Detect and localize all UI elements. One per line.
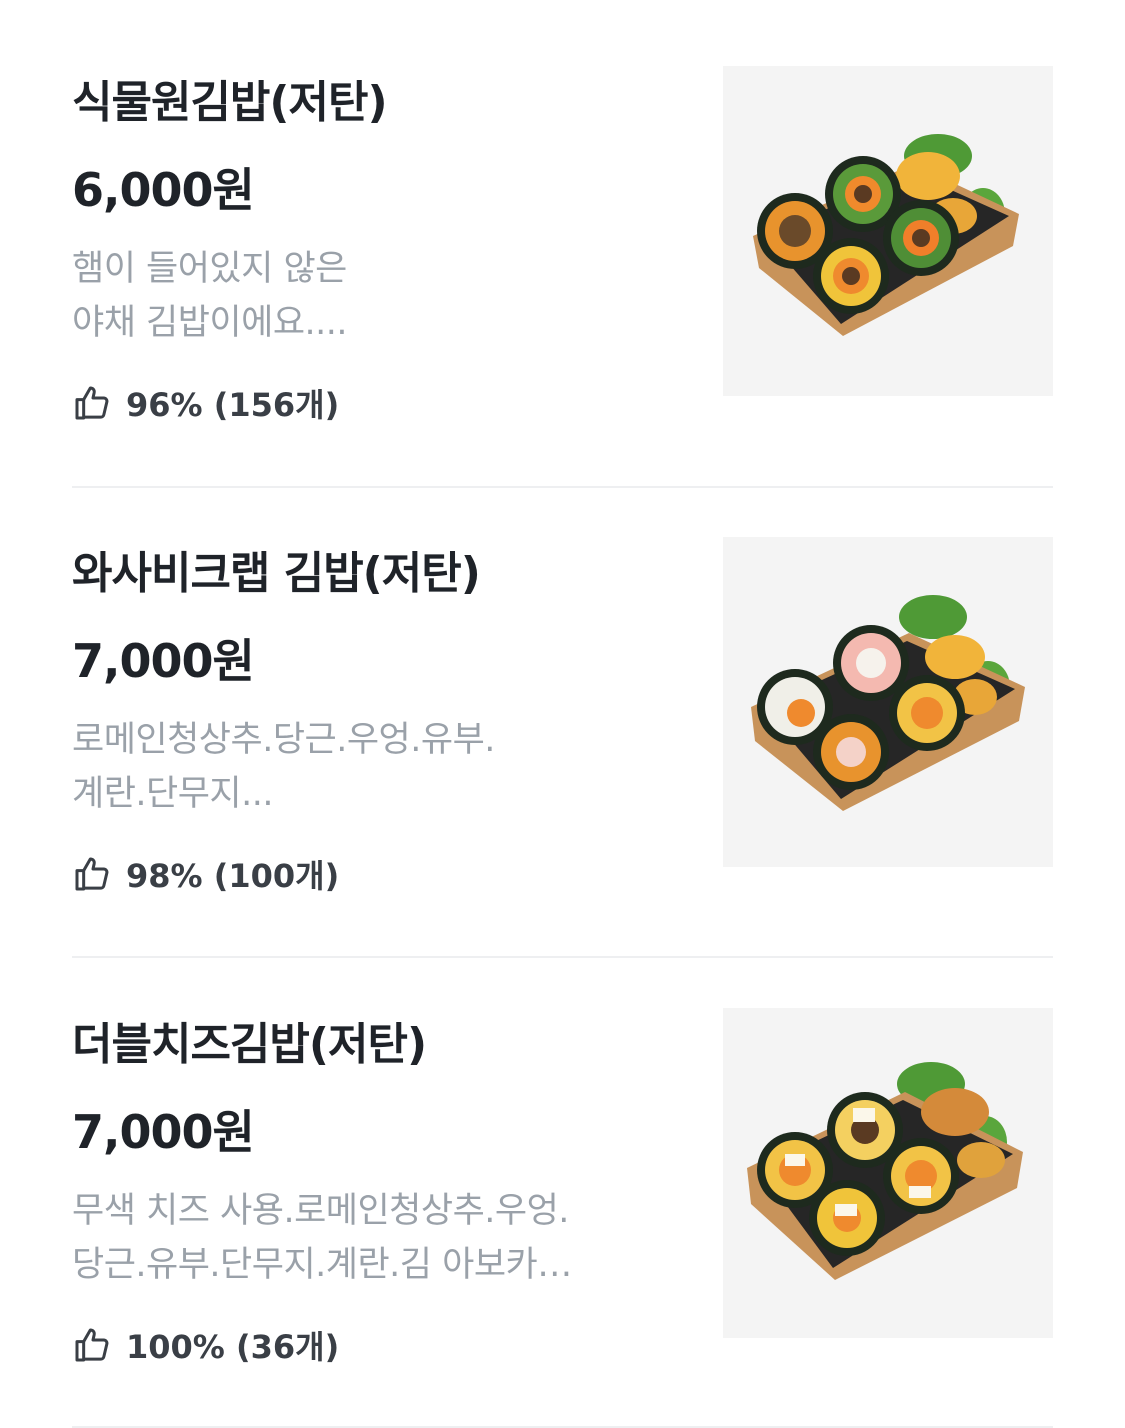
menu-item-photo[interactable] bbox=[723, 537, 1053, 867]
rating-text: 98% (100개) bbox=[126, 857, 340, 895]
description-line: 무색 치즈 사용.로메인청상추.우엉. bbox=[72, 1191, 569, 1231]
menu-item-description: 로메인청상추.당근.우엉.유부. 계란.단무지... bbox=[72, 713, 652, 821]
menu-item-double-cheese-kimbap[interactable]: 더블치즈김밥(저탄) 7,000원 무색 치즈 사용.로메인청상추.우엉. 당근… bbox=[72, 942, 1053, 1412]
rating-text: 96% (156개) bbox=[126, 386, 340, 424]
thumbs-up-icon bbox=[75, 1328, 109, 1362]
description-line: 당근.유부.단무지.계란.김 아보카… bbox=[72, 1245, 572, 1285]
thumbs-up-icon bbox=[75, 857, 109, 891]
description-line: 계란.단무지... bbox=[72, 774, 274, 814]
menu-item-price: 6,000원 bbox=[72, 163, 255, 217]
description-line: 야채 김밥이에요.... bbox=[72, 303, 348, 343]
kimbap-tray-photo-icon bbox=[723, 537, 1053, 867]
menu-list: 식물원김밥(저탄) 6,000원 햄이 들어있지 않은 야채 김밥이에요....… bbox=[0, 0, 1125, 1428]
menu-item-description: 무색 치즈 사용.로메인청상추.우엉. 당근.유부.단무지.계란.김 아보카… bbox=[72, 1184, 652, 1292]
menu-item-name: 더블치즈김밥(저탄) bbox=[72, 1019, 427, 1070]
menu-item-rating: 98% (100개) bbox=[72, 851, 339, 897]
menu-item-siksikmulwon-kimbap[interactable]: 식물원김밥(저탄) 6,000원 햄이 들어있지 않은 야채 김밥이에요....… bbox=[72, 0, 1053, 470]
menu-item-wasabi-crab-kimbap[interactable]: 와사비크랩 김밥(저탄) 7,000원 로메인청상추.당근.우엉.유부. 계란.… bbox=[72, 471, 1053, 941]
rating-text: 100% (36개) bbox=[126, 1328, 340, 1366]
menu-item-price: 7,000원 bbox=[72, 634, 255, 688]
menu-item-photo[interactable] bbox=[723, 1008, 1053, 1338]
description-line: 햄이 들어있지 않은 bbox=[72, 249, 347, 289]
description-line: 로메인청상추.당근.우엉.유부. bbox=[72, 720, 495, 760]
menu-item-photo[interactable] bbox=[723, 66, 1053, 396]
menu-item-name: 와사비크랩 김밥(저탄) bbox=[72, 548, 481, 599]
menu-item-name: 식물원김밥(저탄) bbox=[72, 77, 388, 128]
thumbs-up-icon bbox=[75, 386, 109, 420]
menu-item-description: 햄이 들어있지 않은 야채 김밥이에요.... bbox=[72, 242, 652, 350]
menu-item-rating: 100% (36개) bbox=[72, 1322, 339, 1368]
menu-item-rating: 96% (156개) bbox=[72, 380, 339, 426]
menu-item-price: 7,000원 bbox=[72, 1105, 255, 1159]
kimbap-tray-photo-icon bbox=[723, 1008, 1053, 1338]
kimbap-tray-photo-icon bbox=[723, 66, 1053, 396]
